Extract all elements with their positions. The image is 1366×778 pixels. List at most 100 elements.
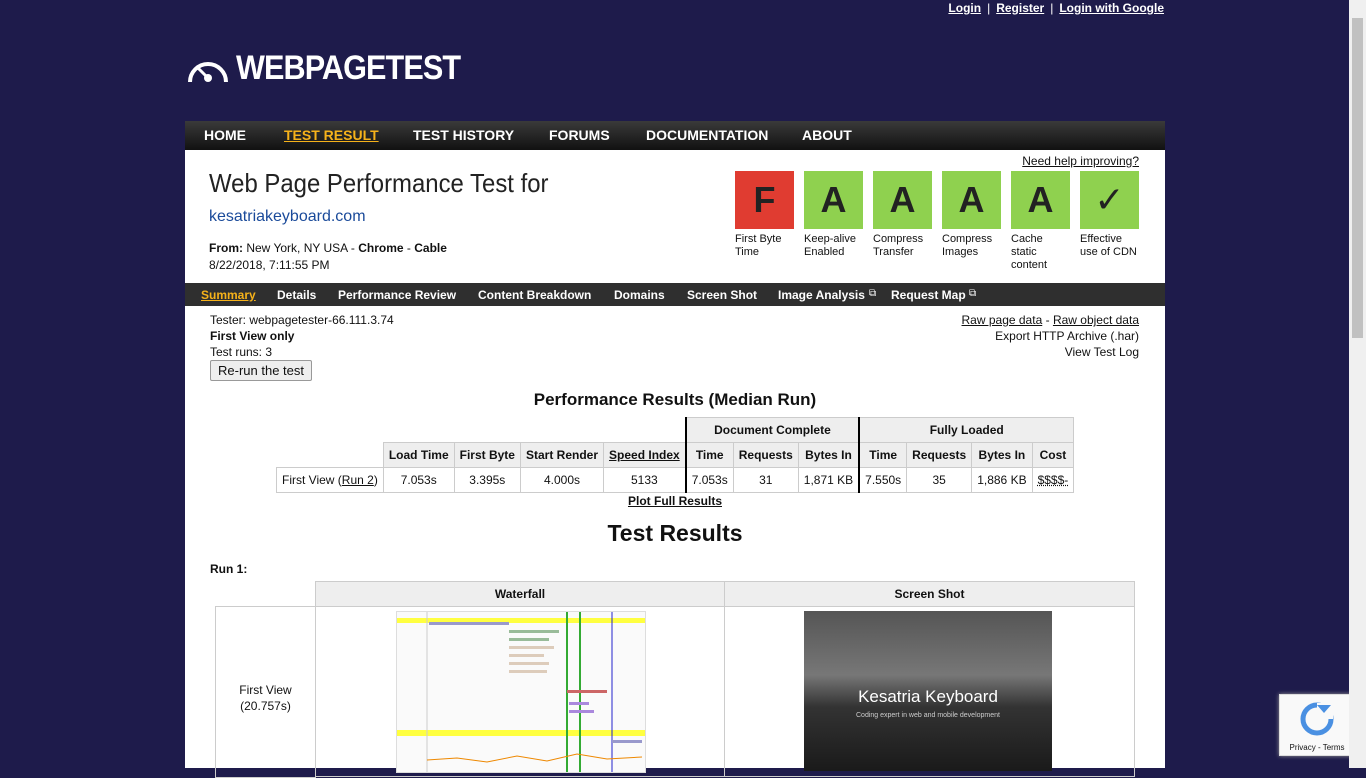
grade-box: ✓ [1080,171,1139,229]
nav-forums[interactable]: FORUMS [549,127,610,143]
recaptcha-text: Privacy - Terms [1289,743,1345,752]
plot-full-results-link[interactable]: Plot Full Results [185,494,1165,508]
recaptcha-icon [1300,702,1334,736]
cell: 5133 [603,467,687,493]
col-header: Cost [1031,442,1075,468]
speedometer-icon [188,61,228,82]
register-link[interactable]: Register [996,1,1044,15]
location: New York, NY USA [246,241,348,255]
logo[interactable]: WEBPAGETEST [186,49,485,88]
perf-table: Document Complete Fully Loaded Load Time… [276,417,1075,493]
export-har-link[interactable]: Export HTTP Archive (.har) [995,329,1139,343]
scrollbar[interactable] [1349,0,1366,768]
cell: 1,871 KB [797,467,860,493]
grade-first-byte[interactable]: F First Byte Time [735,171,795,259]
recaptcha-badge[interactable]: Privacy - Terms [1279,694,1355,756]
runs-info: Test runs: 3 [210,345,273,359]
view-log-link[interactable]: View Test Log [1065,345,1139,359]
grade-box: F [735,171,794,229]
col-header: Requests [906,442,973,468]
page-title: Web Page Performance Test for [209,168,549,198]
grade-box: A [804,171,863,229]
perf-heading: Performance Results (Median Run) [533,390,817,409]
row-label-close: ) [373,473,378,487]
view-info: First View only [210,329,295,343]
separator: | [1050,1,1054,15]
separator: - [1045,313,1050,327]
run-label: Run 1: [210,562,248,576]
tab-performance-review[interactable]: Performance Review [338,288,456,302]
test-results-heading: Test Results [607,520,743,546]
nav-home[interactable]: HOME [204,127,246,143]
cell: 7.053s [382,467,455,493]
tab-content-breakdown[interactable]: Content Breakdown [478,288,591,302]
raw-object-data-link[interactable]: Raw object data [1053,313,1139,327]
screenshot-subtitle: Coding expert in web and mobile developm… [856,712,1000,719]
cell: 4.000s [519,467,605,493]
first-view-label: First View [239,683,292,697]
tab-details[interactable]: Details [277,288,316,302]
cell: 35 [906,467,973,493]
raw-data-links: Raw page data - Raw object data [962,313,1139,327]
separator: - [350,241,355,255]
col-header: Time [684,442,734,468]
nav-test-history[interactable]: TEST HISTORY [413,127,514,143]
grade-label: Compress Images [942,233,993,258]
separator: - [406,241,411,255]
tab-summary[interactable]: Summary [201,288,256,302]
grade-label: First Byte Time [735,233,782,258]
tab-image-analysis[interactable]: Image Analysis [778,288,865,302]
speed-index-link[interactable]: Speed Index [603,442,687,468]
cell: 3.395s [453,467,521,493]
results-area: Tester: webpagetester-66.111.3.74 First … [185,306,1165,778]
tab-domains[interactable]: Domains [614,288,665,302]
screenshot-thumbnail[interactable]: Kesatria Keyboard Coding expert in web a… [804,611,1052,771]
waterfall-thumbnail[interactable] [396,611,646,773]
col-header: First Byte [453,442,521,468]
grade-box: A [873,171,932,229]
top-links: Login | Register | Login with Google [948,1,1164,15]
grade-keep-alive[interactable]: A Keep-alive Enabled [804,171,864,259]
cell: 1,886 KB [971,467,1033,493]
raw-page-data-link[interactable]: Raw page data [962,313,1043,327]
results-table: Waterfall Screen Shot First View (20.757… [215,581,1135,778]
nav-documentation[interactable]: DOCUMENTATION [646,127,768,143]
grade-box: A [942,171,1001,229]
col-header: Requests [732,442,799,468]
screenshot-title: Kesatria Keyboard [858,687,998,706]
external-link-icon: ⧉ [969,288,977,299]
cost-link[interactable]: $$$$- [1031,467,1075,493]
results-subnav: Summary Details Performance Review Conte… [185,283,1165,306]
group-document-complete: Document Complete [684,417,860,443]
scrollbar-thumb[interactable] [1352,18,1363,338]
help-link[interactable]: Need help improving? [1022,154,1139,168]
col-header: Load Time [382,442,455,468]
grade-label: Keep-alive Enabled [804,233,856,258]
waterfall-chart-image [397,612,645,772]
nav-about[interactable]: ABOUT [802,127,852,143]
group-fully-loaded: Fully Loaded [858,417,1075,443]
run-2-link[interactable]: Run 2 [342,473,374,487]
grade-compress-images[interactable]: A Compress Images [942,171,1002,259]
screenshot-cell: Kesatria Keyboard Coding expert in web a… [724,606,1135,777]
screenshot-header: Screen Shot [724,581,1135,607]
connection: Cable [414,241,447,255]
grade-label: Compress Transfer [873,233,924,258]
tester-info: Tester: webpagetester-66.111.3.74 [210,313,394,327]
login-google-link[interactable]: Login with Google [1059,1,1164,15]
rerun-button[interactable]: Re-run the test [210,360,312,381]
table-row: First View (Run 2) 7.053s 3.395s 4.000s … [276,467,1075,493]
tab-request-map[interactable]: Request Map [891,288,966,302]
first-view-cell: First View (20.757s) [215,606,316,778]
nav-test-result[interactable]: TEST RESULT [284,127,379,143]
tab-screen-shot[interactable]: Screen Shot [687,288,757,302]
site-link[interactable]: kesatriakeyboard.com [209,208,366,226]
first-view-time: (20.757s) [240,699,291,713]
login-link[interactable]: Login [948,1,981,15]
grade-cache-static[interactable]: A Cache static content [1011,171,1071,272]
grade-box: A [1011,171,1070,229]
grade-cdn[interactable]: ✓ Effective use of CDN [1080,171,1140,259]
grade-label: Effective use of CDN [1080,233,1137,258]
grade-compress-transfer[interactable]: A Compress Transfer [873,171,933,259]
waterfall-header: Waterfall [315,581,725,607]
